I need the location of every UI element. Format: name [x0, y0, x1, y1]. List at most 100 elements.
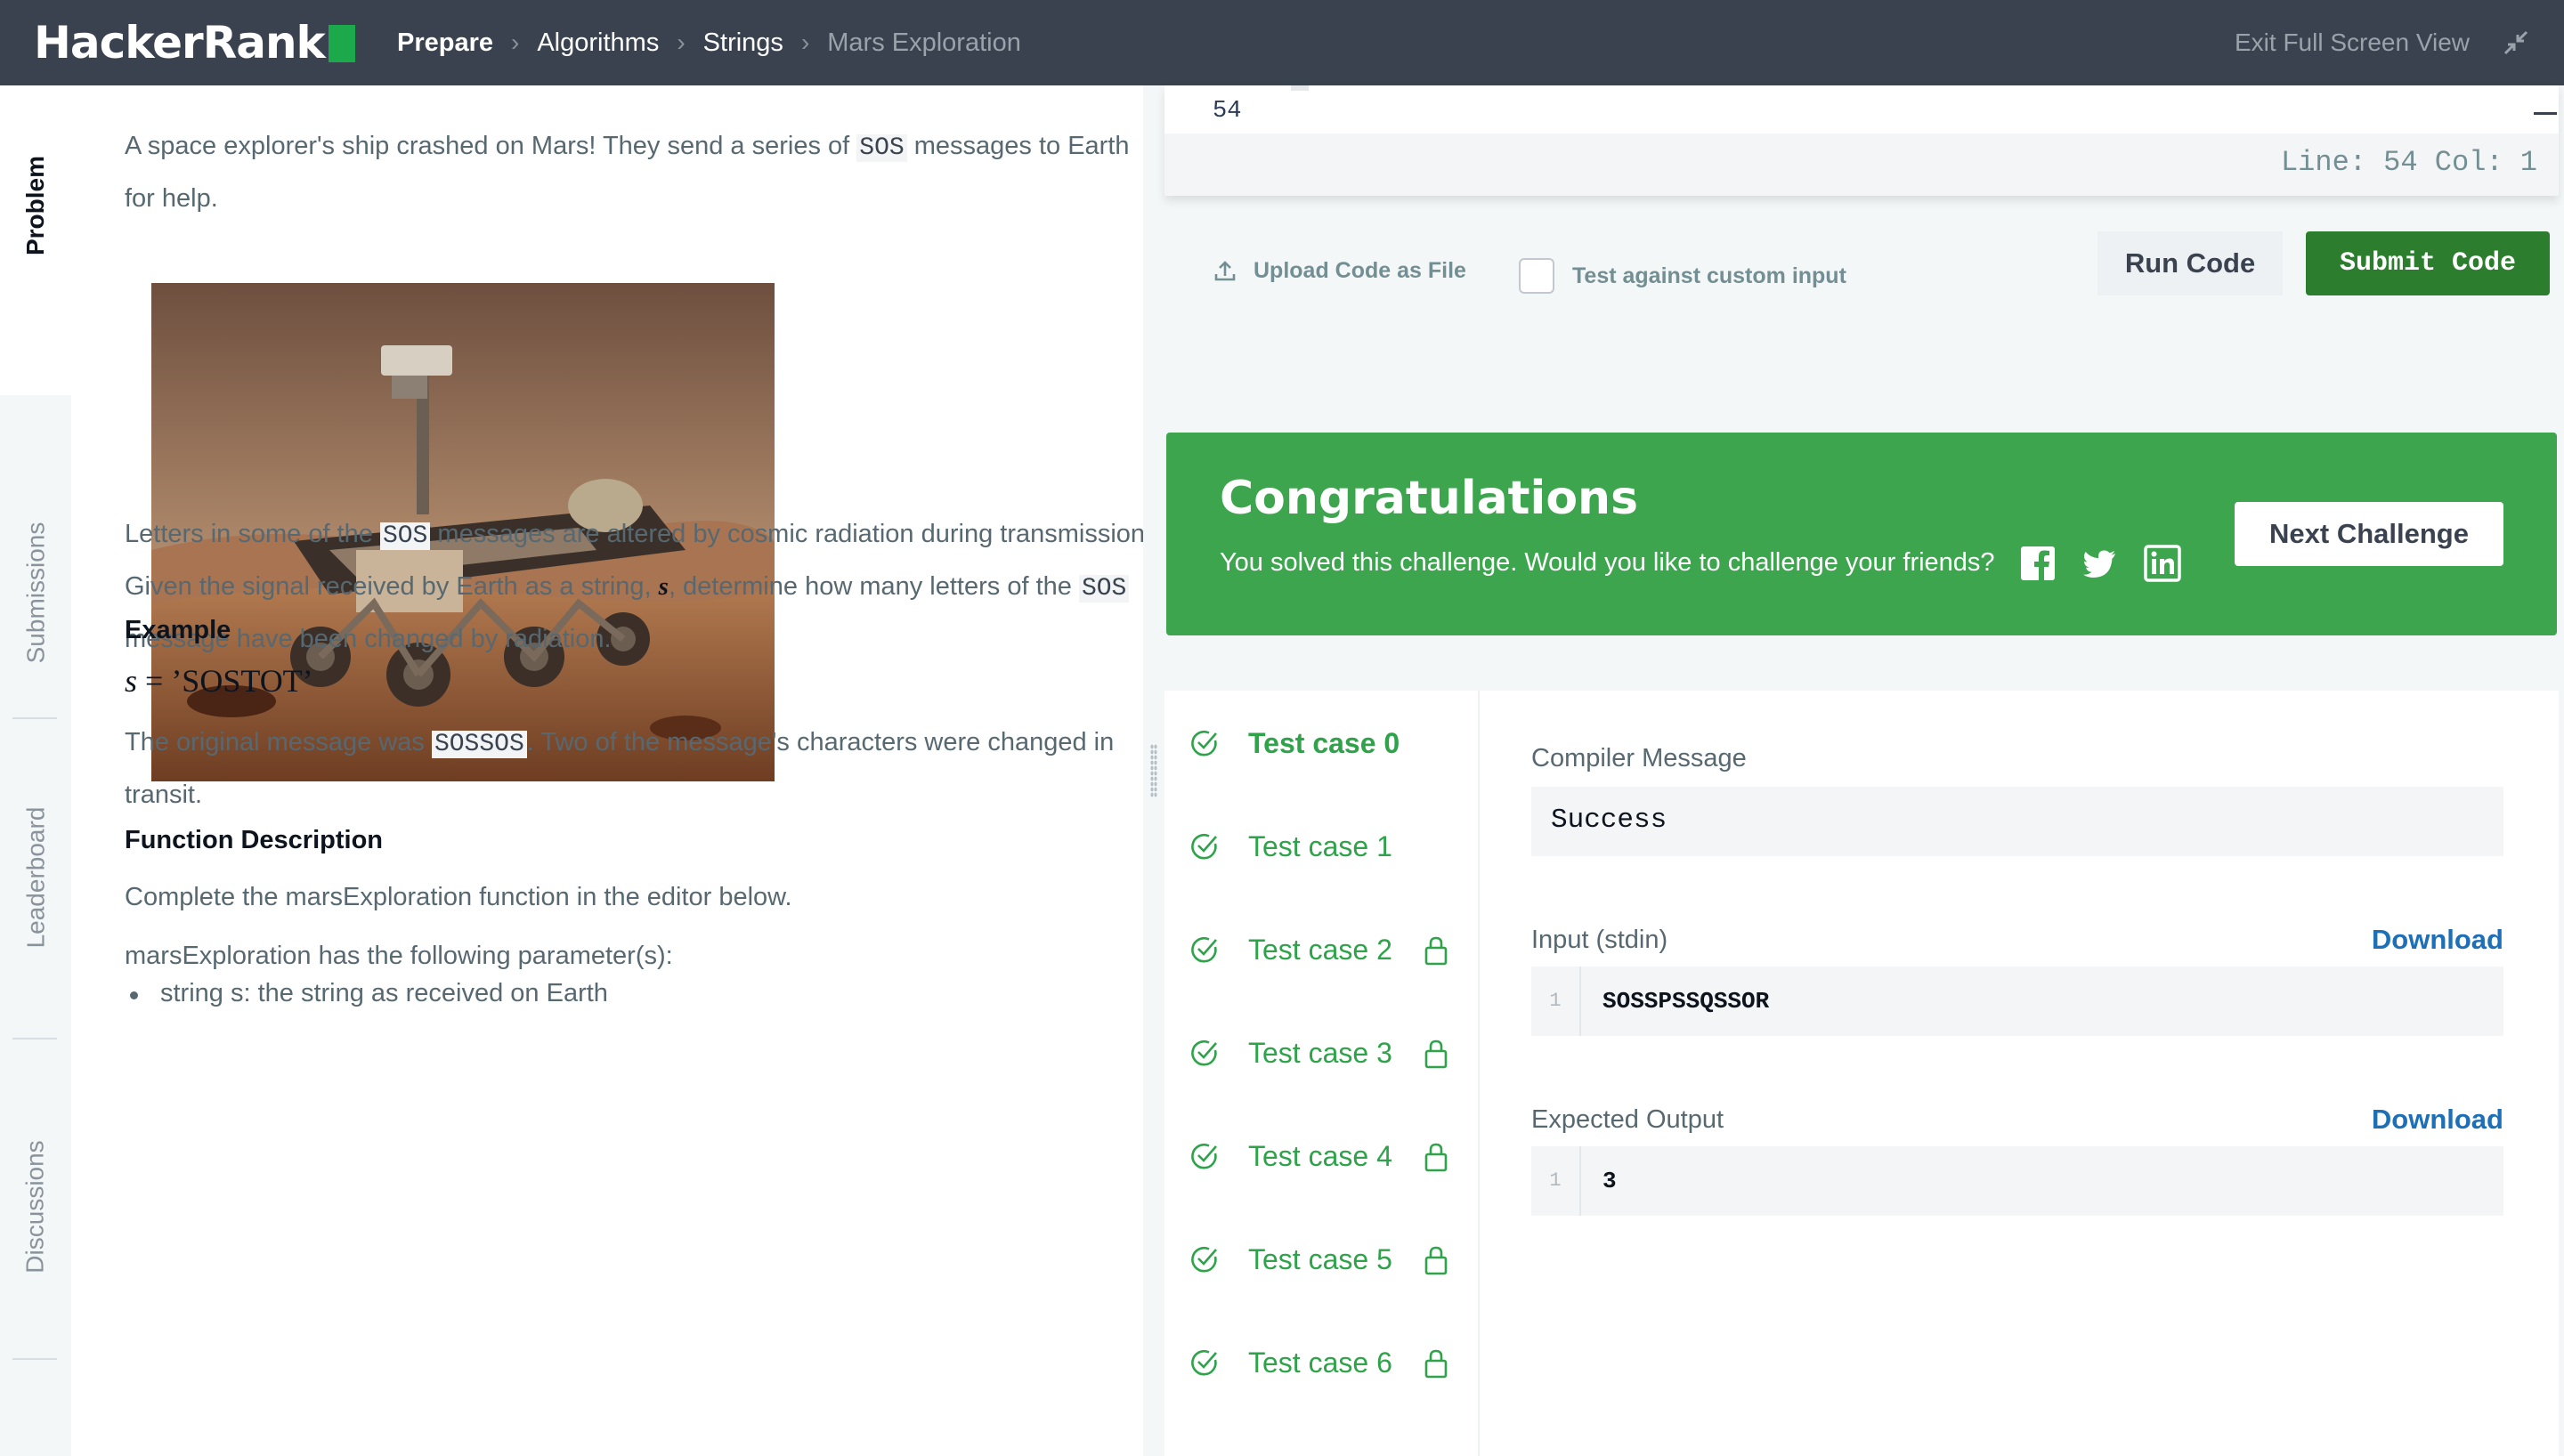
drag-handle-icon[interactable]	[1150, 744, 1157, 797]
custom-input-checkbox[interactable]	[1519, 258, 1554, 294]
editor-line-number: 54	[1213, 98, 1242, 125]
expected-output-box: 1 3	[1531, 1146, 2503, 1216]
linkedin-icon[interactable]	[2144, 545, 2181, 582]
expected-output-label: Expected Output	[1531, 1105, 1724, 1134]
run-code-button[interactable]: Run Code	[2097, 231, 2283, 295]
tab-label: Discussions	[21, 1140, 50, 1274]
test-case-label: Test case 3	[1248, 1036, 1392, 1069]
test-case-6[interactable]: Test case 6	[1189, 1340, 1465, 1385]
breadcrumb-algorithms[interactable]: Algorithms	[537, 28, 659, 58]
lock-icon	[1424, 1039, 1448, 1069]
example-equation: s = ’SOSTOT’	[125, 663, 313, 699]
congratulations-banner: Congratulations You solved this challeng…	[1166, 433, 2557, 635]
upload-code-button[interactable]: Upload Code as File	[1213, 253, 1466, 288]
tab-divider	[12, 717, 57, 719]
compiler-message-value: Success	[1551, 805, 1667, 836]
breadcrumb-prepare[interactable]: Prepare	[397, 28, 493, 58]
tab-discussions[interactable]: Discussions	[0, 1109, 71, 1305]
tab-divider	[12, 1358, 57, 1360]
test-case-label: Test case 2	[1248, 933, 1392, 966]
code-editor[interactable]: 54 Line: 54 Col: 1	[1164, 85, 2559, 196]
test-case-label: Test case 6	[1248, 1346, 1392, 1379]
test-case-5[interactable]: Test case 5	[1189, 1237, 1465, 1282]
download-output-link[interactable]: Download	[2372, 1104, 2503, 1136]
lock-icon	[1424, 936, 1448, 966]
chevron-right-icon: ›	[800, 28, 810, 56]
parameters-text: marsExploration has the following parame…	[125, 942, 673, 970]
function-description-text: Complete the marsExploration function in…	[125, 883, 792, 911]
check-circle-icon	[1191, 1143, 1217, 1169]
chevron-right-icon: ›	[511, 28, 520, 56]
breadcrumb-strings[interactable]: Strings	[703, 28, 783, 58]
congrats-subtitle: You solved this challenge. Would you lik…	[1220, 548, 1995, 577]
test-case-0[interactable]: Test case 0	[1189, 721, 1400, 765]
logo-mark-icon	[328, 25, 355, 62]
example-heading: Example	[125, 616, 231, 644]
twitter-icon[interactable]	[2081, 545, 2119, 582]
function-description-heading: Function Description	[125, 826, 383, 854]
input-box: 1 SOSSPSSQSSOR	[1531, 967, 2503, 1036]
tab-label: Leaderboard	[21, 806, 49, 949]
output-line-number: 1	[1531, 1146, 1581, 1216]
expected-output-value: 3	[1602, 1168, 1617, 1194]
breadcrumb-current: Mars Exploration	[827, 28, 1021, 57]
test-case-4[interactable]: Test case 4	[1189, 1134, 1465, 1178]
compiler-message-label: Compiler Message	[1531, 744, 1747, 772]
problem-description: Letters in some of the SOS messages are …	[125, 520, 1143, 653]
side-tabs: Problem Submissions Leaderboard Discussi…	[0, 85, 71, 1456]
breadcrumb: Prepare › Algorithms › Strings › Mars Ex…	[397, 21, 1021, 64]
logo-text: HackerRank	[34, 17, 326, 69]
test-case-1[interactable]: Test case 1	[1189, 824, 1392, 869]
test-case-list: Test case 0 Test case 1 Test case 2 Test…	[1164, 691, 1480, 1456]
tab-label: Submissions	[21, 522, 50, 664]
next-challenge-button[interactable]: Next Challenge	[2235, 502, 2503, 566]
parameter-bullet: string s: the string as received on Eart…	[130, 979, 608, 1007]
tab-problem[interactable]: Problem	[0, 139, 71, 272]
top-navigation-bar: HackerRank Prepare › Algorithms › String…	[0, 0, 2564, 85]
editor-scrollbar-marker[interactable]	[2534, 112, 2557, 115]
check-circle-icon	[1191, 1039, 1217, 1066]
submit-code-button[interactable]: Submit Code	[2306, 231, 2550, 295]
lock-icon	[1424, 1246, 1448, 1275]
input-label: Input (stdin)	[1531, 926, 1668, 954]
tab-divider	[12, 1038, 57, 1039]
check-circle-icon	[1191, 730, 1217, 756]
tab-label: Problem	[21, 155, 49, 256]
compiler-message-box: Success	[1531, 787, 2503, 856]
shrink-arrows-icon[interactable]	[2500, 27, 2532, 59]
congrats-title: Congratulations	[1220, 472, 1639, 525]
check-circle-icon	[1191, 936, 1217, 963]
download-input-link[interactable]: Download	[2372, 924, 2503, 956]
input-line-number: 1	[1531, 967, 1581, 1036]
chevron-right-icon: ›	[677, 28, 686, 56]
tab-leaderboard[interactable]: Leaderboard	[0, 780, 71, 975]
exit-full-screen-link[interactable]: Exit Full Screen View	[2235, 23, 2470, 62]
custom-input-toggle[interactable]: Test against custom input	[1519, 258, 1846, 294]
test-case-3[interactable]: Test case 3	[1189, 1031, 1465, 1075]
test-results-panel: Test case 0 Test case 1 Test case 2 Test…	[1164, 691, 2559, 1456]
input-value: SOSSPSSQSSOR	[1602, 988, 1770, 1015]
custom-input-label: Test against custom input	[1572, 263, 1846, 288]
check-circle-icon	[1191, 1349, 1217, 1376]
facebook-icon[interactable]	[2019, 545, 2057, 582]
test-case-label: Test case 1	[1248, 829, 1392, 862]
lock-icon	[1424, 1143, 1448, 1172]
example-explanation: The original message was SOSSOS. Two of …	[125, 728, 1115, 809]
problem-statement-panel[interactable]: A space explorer's ship crashed on Mars!…	[71, 85, 1143, 1456]
tab-submissions[interactable]: Submissions	[0, 486, 71, 700]
lock-icon	[1424, 1349, 1448, 1379]
cursor-position: Line: 54 Col: 1	[2280, 146, 2537, 179]
test-case-label: Test case 5	[1248, 1242, 1392, 1275]
upload-label: Upload Code as File	[1254, 257, 1466, 283]
panel-splitter[interactable]	[1143, 85, 1164, 1456]
upload-icon	[1214, 261, 1236, 281]
editor-scroll-shade	[1291, 85, 1309, 91]
check-circle-icon	[1191, 833, 1217, 860]
test-case-label: Test case 0	[1248, 726, 1400, 759]
editor-status-bar: Line: 54 Col: 1	[1164, 133, 2559, 196]
test-case-label: Test case 4	[1248, 1139, 1392, 1172]
check-circle-icon	[1191, 1246, 1217, 1273]
hackerrank-logo[interactable]: HackerRank	[34, 14, 355, 71]
problem-intro: A space explorer's ship crashed on Mars!…	[125, 132, 1130, 213]
test-case-2[interactable]: Test case 2	[1189, 927, 1465, 972]
